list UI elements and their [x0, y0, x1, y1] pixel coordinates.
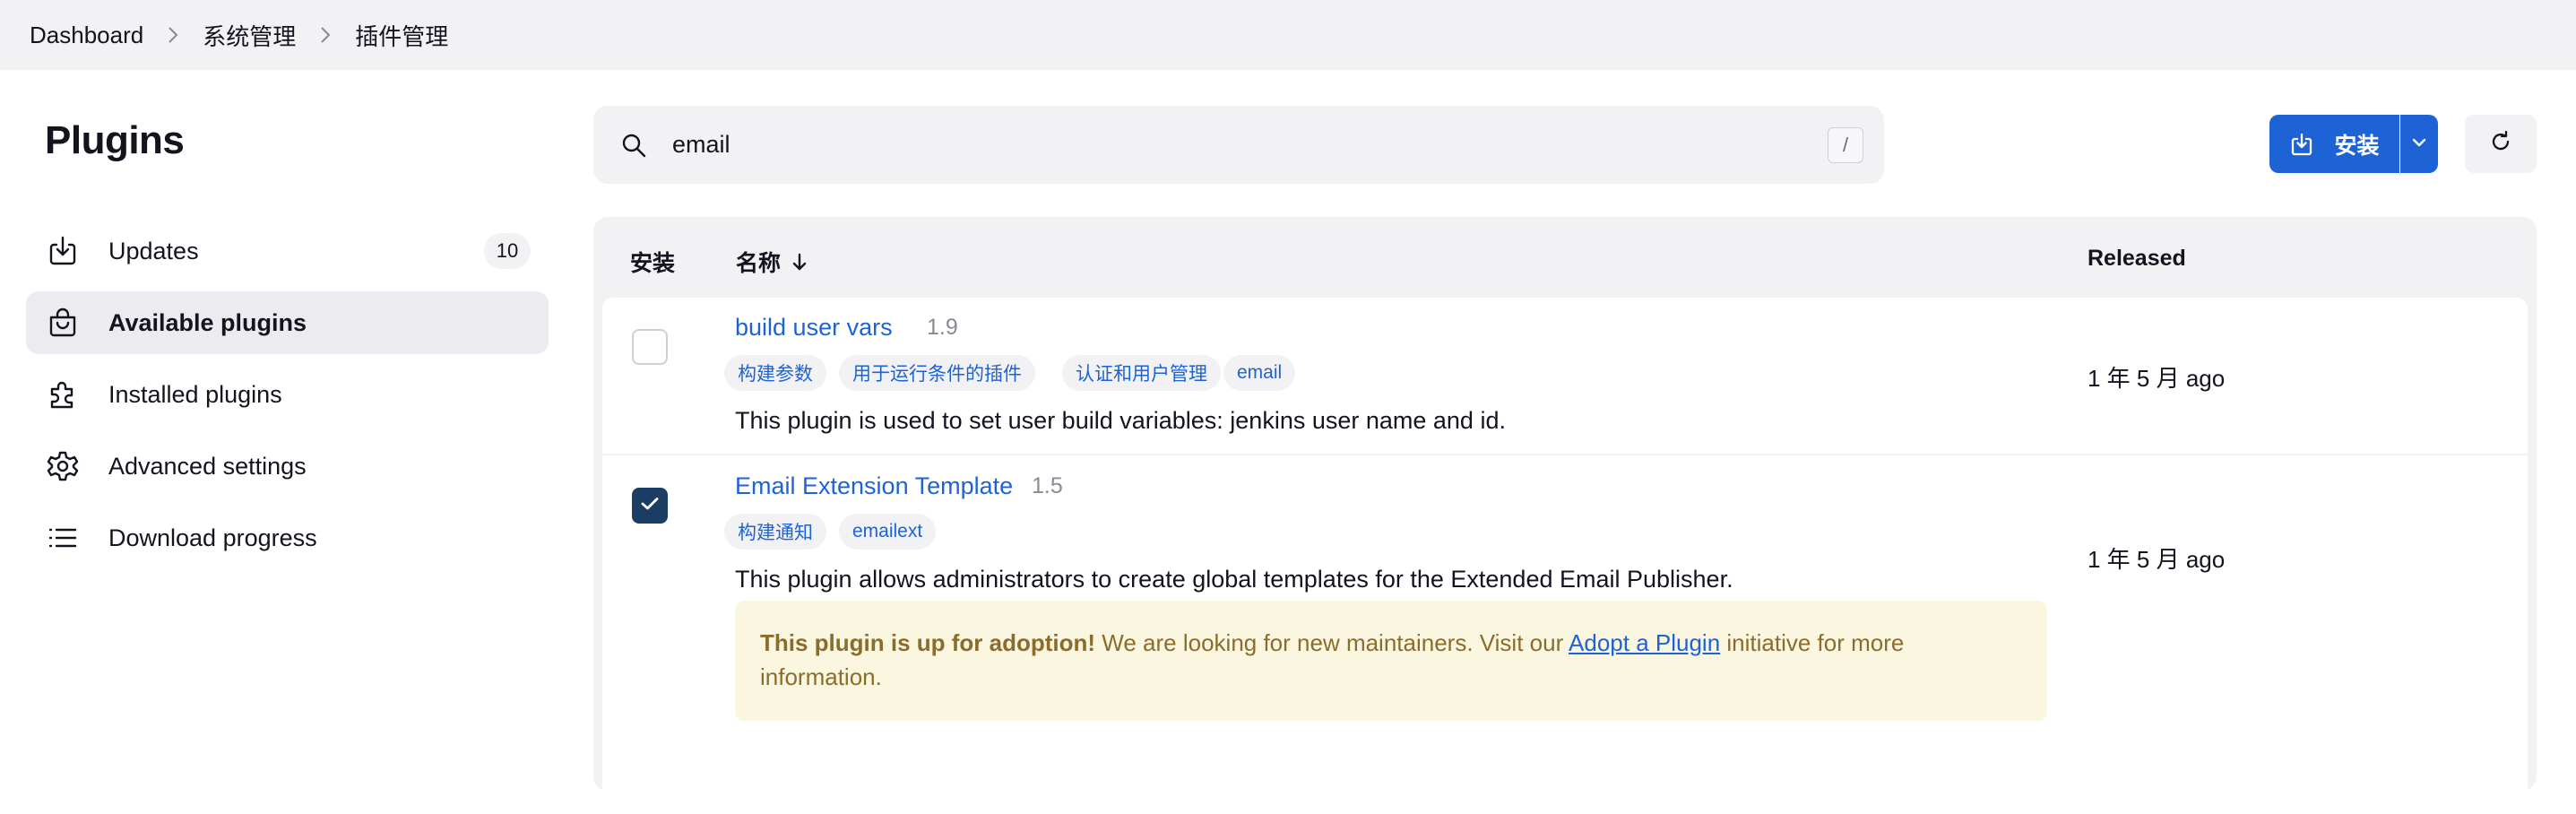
- shopping-bag-icon: [45, 305, 81, 341]
- breadcrumb-system-management[interactable]: 系统管理: [203, 19, 296, 52]
- plugins-table: 安装 名称 Released build user vars 1.9 构建参数 …: [593, 217, 2537, 814]
- sort-arrow-down-icon: [791, 252, 808, 272]
- sidebar-item-label: Download progress: [108, 524, 317, 551]
- install-button[interactable]: 安装: [2269, 115, 2399, 173]
- breadcrumb-dashboard[interactable]: Dashboard: [30, 22, 143, 49]
- table-row: Email Extension Template 1.5 构建通知 emaile…: [602, 455, 2528, 814]
- plugin-released: 1 年 5 月 ago: [2088, 365, 2226, 392]
- plugin-name-link[interactable]: build user vars: [735, 314, 893, 342]
- sidebar-item-label: Advanced settings: [108, 452, 307, 480]
- sidebar-item-label: Available plugins: [108, 308, 307, 336]
- refresh-icon: [2488, 129, 2513, 159]
- adoption-notice-heading: This plugin is up for adoption!: [760, 629, 1096, 656]
- search-icon: [617, 128, 651, 162]
- table-row: build user vars 1.9 构建参数 用于运行条件的插件 认证和用户…: [602, 298, 2528, 454]
- plugin-search: /: [593, 106, 1884, 184]
- plugin-install-checkbox[interactable]: [632, 488, 668, 524]
- adoption-notice-text: We are looking for new maintainers. Visi…: [1095, 629, 1569, 656]
- sidebar-item-label: Installed plugins: [108, 380, 282, 408]
- refresh-button[interactable]: [2465, 115, 2537, 173]
- plugin-name-link[interactable]: Email Extension Template: [735, 472, 1013, 500]
- plugin-description: This plugin is used to set user build va…: [735, 407, 1506, 434]
- sidebar-item-advanced-settings[interactable]: Advanced settings: [26, 435, 549, 498]
- keyboard-shortcut-hint: /: [1828, 127, 1863, 163]
- column-header-name[interactable]: 名称: [736, 246, 808, 278]
- plugin-tag[interactable]: 用于运行条件的插件: [839, 355, 1035, 391]
- list-icon: [45, 520, 81, 556]
- chevron-right-icon: [319, 26, 332, 44]
- gear-icon: [45, 448, 81, 484]
- plugin-version: 1.5: [1032, 473, 1063, 498]
- plugin-install-checkbox[interactable]: [632, 329, 668, 365]
- plugin-released: 1 年 5 月 ago: [2088, 546, 2226, 573]
- search-input[interactable]: [672, 131, 1748, 159]
- sidebar-item-label: Updates: [108, 237, 199, 264]
- plugin-tag[interactable]: emailext: [839, 514, 937, 550]
- plugin-tag[interactable]: 认证和用户管理: [1062, 355, 1221, 391]
- plugin-description: This plugin allows administrators to cre…: [735, 566, 1733, 593]
- checkmark-icon: [640, 496, 660, 516]
- install-options-dropdown[interactable]: [2400, 115, 2438, 173]
- install-button-label: 安装: [2334, 133, 2380, 159]
- plugin-tag[interactable]: email: [1223, 355, 1296, 391]
- column-header-released: Released: [2088, 246, 2186, 271]
- sidebar-item-updates[interactable]: Updates 10: [26, 220, 549, 282]
- column-header-name-label: 名称: [736, 251, 782, 276]
- plugin-version: 1.9: [927, 315, 958, 340]
- sidebar-item-download-progress[interactable]: Download progress: [26, 507, 549, 569]
- download-icon: [45, 233, 81, 269]
- breadcrumb: Dashboard 系统管理 插件管理: [0, 0, 2576, 70]
- sidebar-item-installed-plugins[interactable]: Installed plugins: [26, 363, 549, 426]
- adopt-a-plugin-link[interactable]: Adopt a Plugin: [1569, 629, 1720, 656]
- breadcrumb-plugin-management[interactable]: 插件管理: [355, 19, 448, 52]
- download-icon: [2289, 132, 2314, 157]
- chevron-right-icon: [167, 26, 179, 44]
- chevron-down-icon: [2411, 136, 2427, 152]
- plugin-tag[interactable]: 构建参数: [724, 355, 826, 391]
- plugin-tag[interactable]: 构建通知: [724, 514, 826, 550]
- page-title: Plugins: [45, 118, 185, 162]
- sidebar-item-available-plugins[interactable]: Available plugins: [26, 291, 549, 354]
- adoption-notice: This plugin is up for adoption! We are l…: [735, 601, 2047, 721]
- puzzle-icon: [45, 377, 81, 412]
- updates-count-badge: 10: [484, 233, 531, 269]
- column-header-install: 安装: [630, 251, 676, 276]
